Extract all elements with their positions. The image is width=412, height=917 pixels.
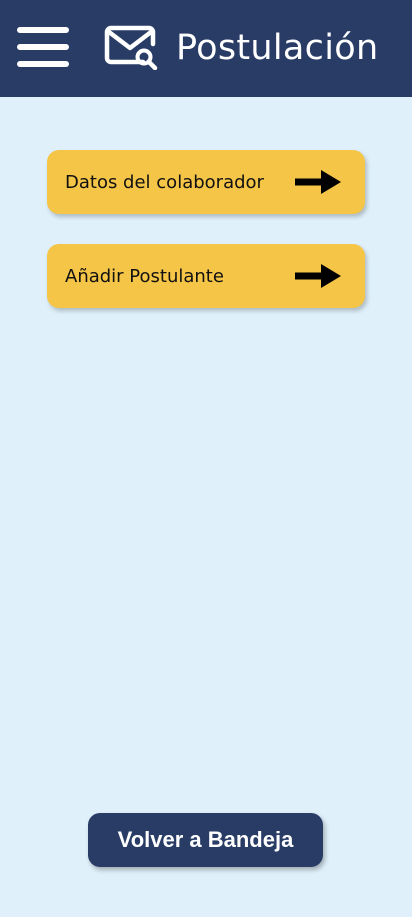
menu-bar-top [17, 27, 69, 33]
anadir-postulante-label: Añadir Postulante [65, 266, 224, 287]
datos-colaborador-label: Datos del colaborador [65, 172, 264, 193]
menu-bar-middle [17, 44, 69, 50]
arrow-right-icon [295, 264, 341, 288]
app-header: Postulación [0, 0, 412, 97]
anadir-postulante-button[interactable]: Añadir Postulante [47, 244, 365, 308]
page-title: Postulación [176, 28, 379, 68]
datos-colaborador-button[interactable]: Datos del colaborador [47, 150, 365, 214]
volver-bandeja-button[interactable]: Volver a Bandeja [88, 813, 323, 867]
menu-bar-bottom [17, 61, 69, 67]
hamburger-menu-icon[interactable] [17, 27, 69, 69]
arrow-right-icon [295, 170, 341, 194]
mail-search-icon [104, 25, 158, 70]
